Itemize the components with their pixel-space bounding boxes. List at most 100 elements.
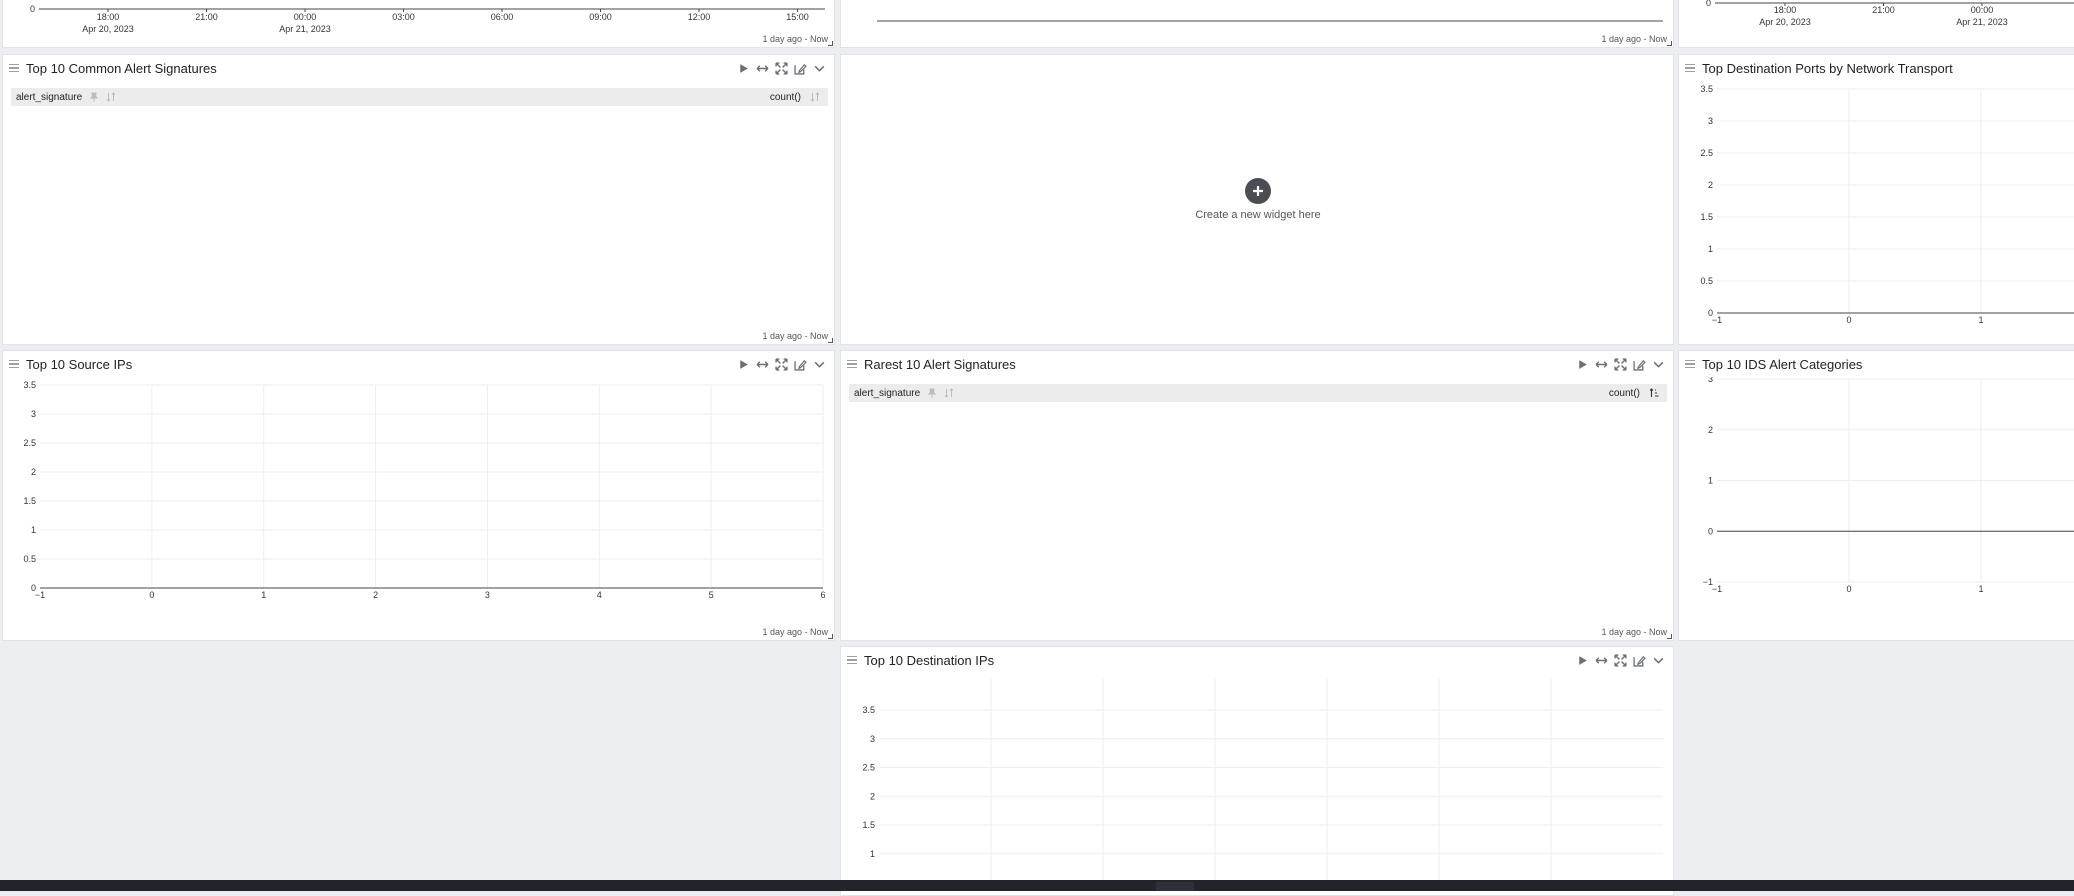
widget-dest-ports: Top Destination Ports by Network Transpo… xyxy=(1678,54,2074,345)
x-tick-label: 5 xyxy=(709,590,714,600)
sort-icon[interactable] xyxy=(105,92,116,103)
widget-ids-categories: Top 10 IDS Alert Categories −1012−10123 xyxy=(1678,350,2074,641)
widget-toolbar xyxy=(736,357,826,371)
x-date-label: Apr 21, 2023 xyxy=(1956,17,2008,27)
y-tick-label: 2 xyxy=(870,791,875,801)
time-range-footer: 1 day ago - Now xyxy=(762,34,828,44)
play-icon[interactable] xyxy=(736,61,750,75)
y-tick-label: −1 xyxy=(1703,577,1713,587)
x-tick-label: 6 xyxy=(820,590,825,600)
top-timeline-middle xyxy=(877,20,1663,22)
widget-header: Top 10 IDS Alert Categories xyxy=(1679,351,2074,377)
expand-horizontal-icon[interactable] xyxy=(1594,357,1608,371)
table-header: alert_signature count() xyxy=(849,384,1667,402)
expand-horizontal-icon[interactable] xyxy=(755,357,769,371)
fullscreen-icon[interactable] xyxy=(1613,357,1627,371)
pin-icon[interactable] xyxy=(926,388,937,399)
y-tick-label: 3 xyxy=(1708,116,1713,126)
edit-icon[interactable] xyxy=(793,61,807,75)
widget-header: Rarest 10 Alert Signatures xyxy=(841,351,1673,377)
play-icon[interactable] xyxy=(1575,653,1589,667)
fullscreen-icon[interactable] xyxy=(774,61,788,75)
y-tick-label: 1.5 xyxy=(862,820,875,830)
column-header-count[interactable]: count() xyxy=(770,92,801,103)
sort-icon[interactable] xyxy=(943,388,954,399)
taskbar-item[interactable] xyxy=(1156,882,1194,891)
x-tick-label: 0 xyxy=(149,590,154,600)
chevron-down-icon[interactable] xyxy=(812,357,826,371)
resize-handle[interactable] xyxy=(828,41,833,46)
drag-handle-icon[interactable] xyxy=(847,655,857,665)
drag-handle-icon[interactable] xyxy=(9,359,19,369)
y-tick-label: 0.5 xyxy=(1700,276,1713,286)
drag-handle-icon[interactable] xyxy=(847,359,857,369)
fullscreen-icon[interactable] xyxy=(1613,653,1627,667)
drag-handle-icon[interactable] xyxy=(1685,63,1695,73)
create-widget-area[interactable]: Create a new widget here xyxy=(1191,178,1325,221)
os-taskbar xyxy=(0,880,2074,891)
y-tick-label: 1 xyxy=(31,525,36,535)
column-header-alert-signature[interactable]: alert_signature xyxy=(854,388,920,399)
edit-icon[interactable] xyxy=(1632,653,1646,667)
y-tick-label: 1 xyxy=(870,849,875,859)
y-tick-label: 1 xyxy=(1708,476,1713,486)
expand-horizontal-icon[interactable] xyxy=(1594,653,1608,667)
widget-rarest-signatures: Rarest 10 Alert Signatures alert_signatu… xyxy=(840,350,1674,641)
widget-title: Top 10 Source IPs xyxy=(26,356,133,372)
fullscreen-icon[interactable] xyxy=(774,357,788,371)
x-tick-label: 2 xyxy=(373,590,378,600)
resize-handle[interactable] xyxy=(1667,41,1672,46)
widget-create-placeholder: Create a new widget here xyxy=(840,54,1674,345)
widget-dest-ips: Top 10 Destination IPs 1 1.5 2 2.5 3 3.5 xyxy=(840,646,1674,896)
top-timeline-left: 0 18:00 21:00 00:00 03:00 06:00 09:00 12:00 15:0… xyxy=(30,4,825,34)
y-tick-label: 3 xyxy=(1708,377,1713,384)
sort-ascending-icon[interactable] xyxy=(1648,388,1659,399)
play-icon[interactable] xyxy=(736,357,750,371)
plus-icon[interactable] xyxy=(1245,178,1271,204)
y-tick-label: 3.5 xyxy=(23,380,36,390)
y-tick-label: 0 xyxy=(1708,308,1713,318)
play-icon[interactable] xyxy=(1575,357,1589,371)
edit-icon[interactable] xyxy=(1632,357,1646,371)
y-tick-label: 0.5 xyxy=(23,554,36,564)
edit-icon[interactable] xyxy=(793,357,807,371)
chevron-down-icon[interactable] xyxy=(1651,653,1665,667)
resize-handle[interactable] xyxy=(828,338,833,343)
y-tick-label: 2 xyxy=(1708,425,1713,435)
expand-horizontal-icon[interactable] xyxy=(755,61,769,75)
x-tick-label: 0 xyxy=(1846,315,1851,325)
y-tick-label: 2.5 xyxy=(862,763,875,773)
timeline-widget-middle: 1 day ago - Now xyxy=(840,0,1674,48)
sort-icon[interactable] xyxy=(809,92,820,103)
y-tick-label: 2.5 xyxy=(23,438,36,448)
time-range-footer: 1 day ago - Now xyxy=(762,627,828,637)
time-range-footer: 1 day ago - Now xyxy=(762,331,828,341)
x-date-label: Apr 20, 2023 xyxy=(82,24,134,34)
x-tick-label: 4 xyxy=(597,590,602,600)
resize-handle[interactable] xyxy=(828,634,833,639)
resize-handle[interactable] xyxy=(1667,634,1672,639)
pin-icon[interactable] xyxy=(88,92,99,103)
y-tick-label: 0 xyxy=(31,583,36,593)
drag-handle-icon[interactable] xyxy=(1685,359,1695,369)
x-tick-label: 21:00 xyxy=(1872,5,1895,15)
timeline-widget-right: 018:0021:0000:0003Apr 20, 2023Apr 21, 20… xyxy=(1678,0,2074,48)
y-tick-label: 3 xyxy=(31,409,36,419)
column-header-alert-signature[interactable]: alert_signature xyxy=(16,92,82,103)
x-tick-label: 18:00 xyxy=(97,12,120,22)
widget-header: Top 10 Destination IPs xyxy=(841,647,1673,673)
widget-toolbar xyxy=(736,61,826,75)
x-tick-label: 00:00 xyxy=(294,12,317,22)
y-tick-label: 2 xyxy=(1708,180,1713,190)
dest-ips-chart: 1 1.5 2 2.5 3 3.5 xyxy=(862,677,1663,887)
chevron-down-icon[interactable] xyxy=(812,61,826,75)
drag-handle-icon[interactable] xyxy=(9,63,19,73)
widget-source-ips: Top 10 Source IPs −1 0 1 2 3 4 5 6 0 0.5 1 1.5 2 2.5 3… xyxy=(2,350,835,641)
chevron-down-icon[interactable] xyxy=(1651,357,1665,371)
widget-title: Rarest 10 Alert Signatures xyxy=(864,356,1016,372)
y-tick-label: 0 xyxy=(1708,526,1713,536)
column-header-count[interactable]: count() xyxy=(1609,388,1640,399)
x-tick-label: −1 xyxy=(1712,315,1722,325)
y-tick-label: 3 xyxy=(870,734,875,744)
time-range-footer: 1 day ago - Now xyxy=(1601,34,1667,44)
